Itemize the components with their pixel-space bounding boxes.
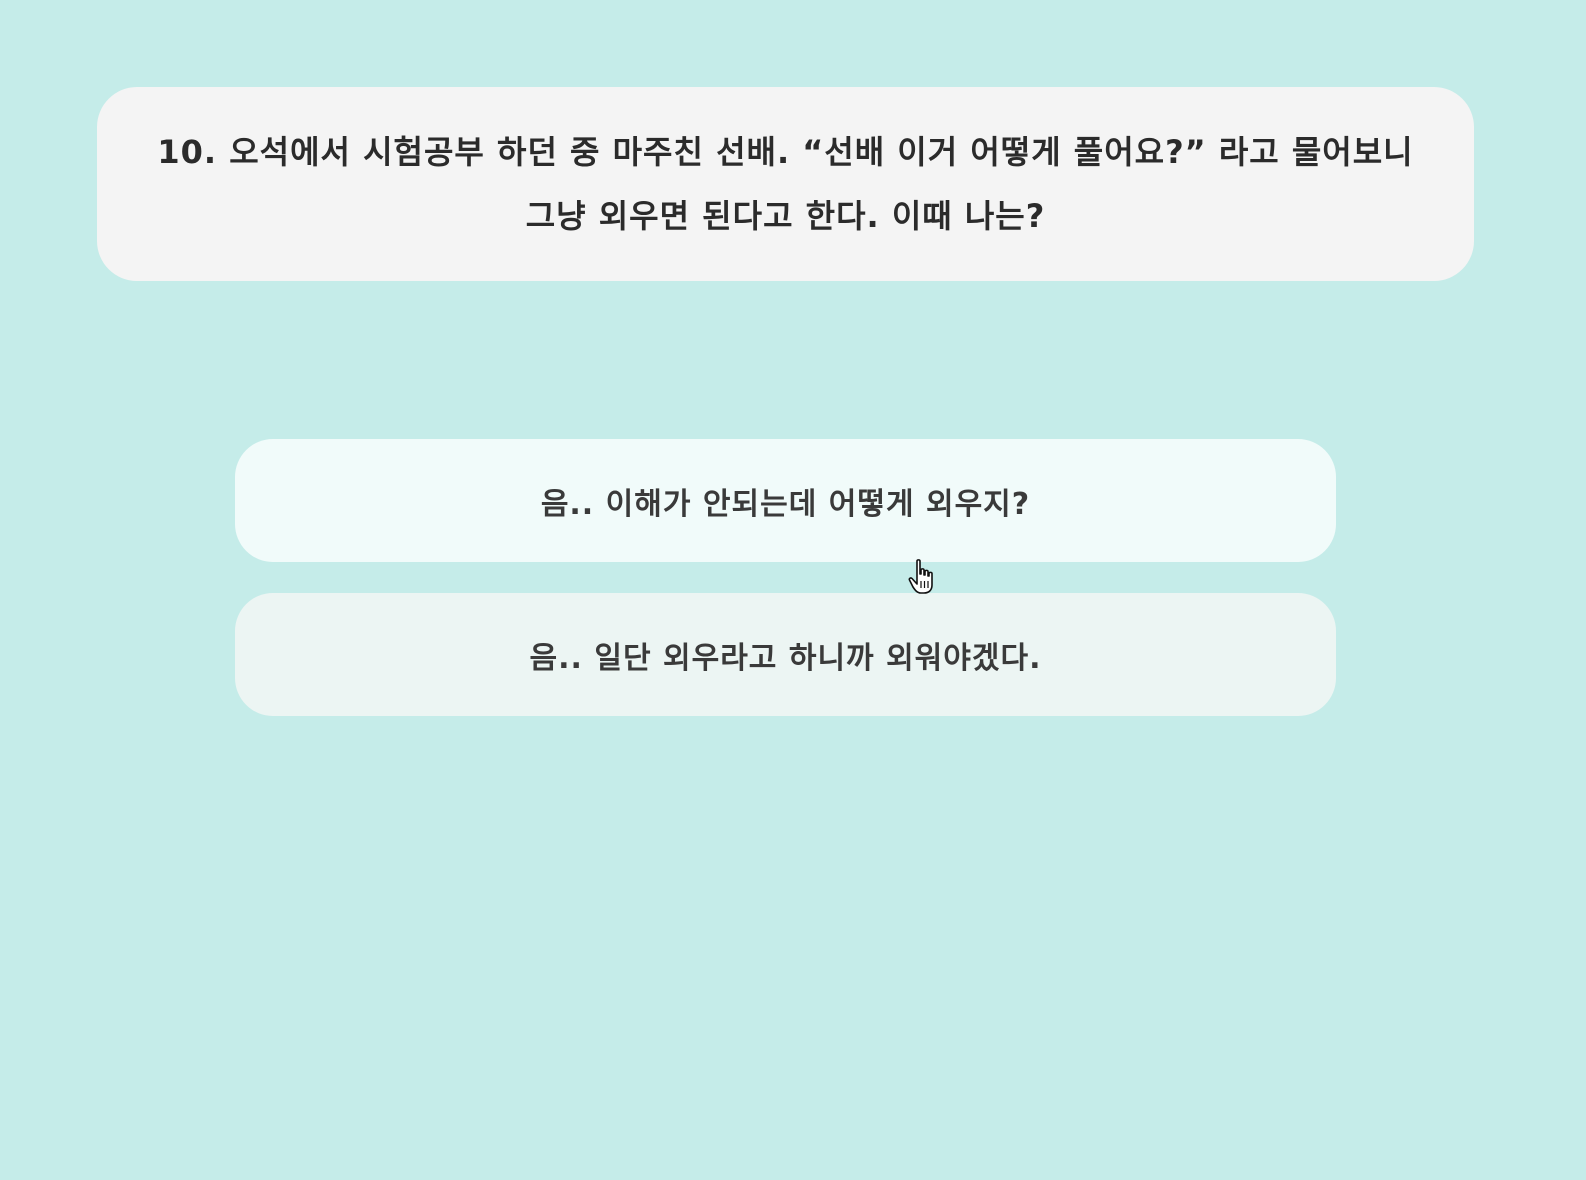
answer-option-2-label: 음.. 일단 외우라고 하니까 외워야겠다. [529, 640, 1042, 676]
answer-option-1[interactable]: 음.. 이해가 안되는데 어떻게 외우지? [235, 439, 1336, 562]
question-card: 10. 오석에서 시험공부 하던 중 마주친 선배. “선배 이거 어떻게 풀어… [97, 87, 1474, 281]
page: 10. 오석에서 시험공부 하던 중 마주친 선배. “선배 이거 어떻게 풀어… [0, 0, 1586, 1180]
question-line-1: 10. 오석에서 시험공부 하던 중 마주친 선배. “선배 이거 어떻게 풀어… [157, 133, 1414, 171]
answer-option-1-label: 음.. 이해가 안되는데 어떻게 외우지? [540, 486, 1031, 522]
question-line-2: 그냥 외우면 된다고 한다. 이때 나는? [525, 197, 1046, 235]
hand-pointer-icon [908, 559, 933, 594]
answer-option-2[interactable]: 음.. 일단 외우라고 하니까 외워야겠다. [235, 593, 1336, 716]
question-text: 10. 오석에서 시험공부 하던 중 마주친 선배. “선배 이거 어떻게 풀어… [157, 120, 1413, 248]
